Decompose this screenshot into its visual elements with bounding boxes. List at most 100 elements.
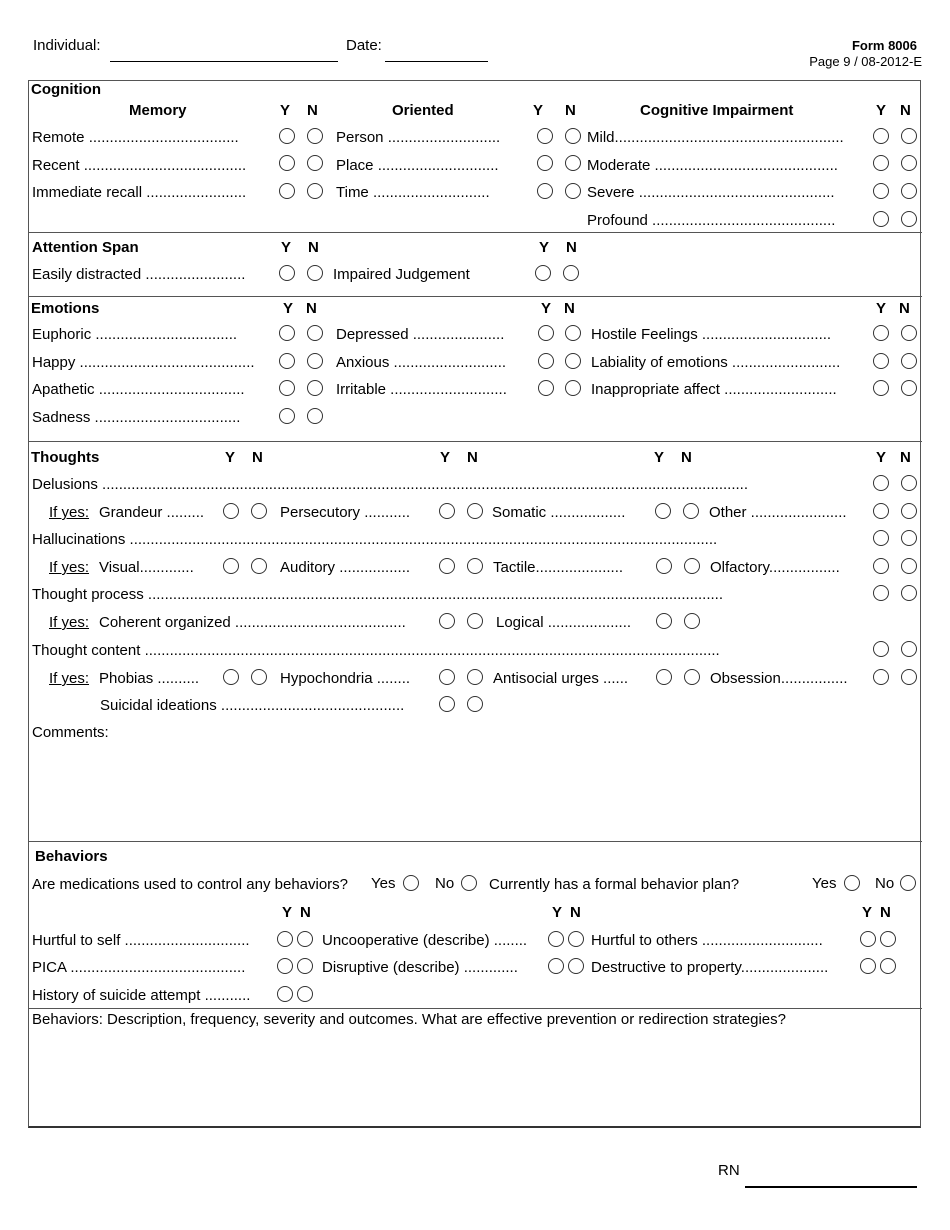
radio-plan-no[interactable] (900, 875, 916, 891)
radio-antisocial-y[interactable] (656, 669, 672, 685)
radio-hurtful-self-n[interactable] (297, 931, 313, 947)
radio-uncooperative-n[interactable] (568, 931, 584, 947)
radio-labiality-n[interactable] (901, 353, 917, 369)
radio-medications-yes[interactable] (403, 875, 419, 891)
radio-hallucinations-y[interactable] (873, 530, 889, 546)
radio-grandeur-n[interactable] (251, 503, 267, 519)
radio-content-y[interactable] (873, 641, 889, 657)
radio-visual-y[interactable] (223, 558, 239, 574)
radio-distracted-y[interactable] (279, 265, 295, 281)
radio-irritable-n[interactable] (565, 380, 581, 396)
radio-visual-n[interactable] (251, 558, 267, 574)
radio-pica-n[interactable] (297, 958, 313, 974)
radio-sadness-y[interactable] (279, 408, 295, 424)
radio-distracted-n[interactable] (307, 265, 323, 281)
radio-time-y[interactable] (537, 183, 553, 199)
radio-obsession-y[interactable] (873, 669, 889, 685)
radio-person-n[interactable] (565, 128, 581, 144)
radio-profound-n[interactable] (901, 211, 917, 227)
radio-destructive-y[interactable] (860, 958, 876, 974)
radio-hostile-y[interactable] (873, 325, 889, 341)
radio-logical-y[interactable] (656, 613, 672, 629)
radio-antisocial-n[interactable] (684, 669, 700, 685)
comments-area[interactable] (30, 744, 918, 838)
radio-happy-y[interactable] (279, 353, 295, 369)
radio-inappropriate-y[interactable] (873, 380, 889, 396)
radio-destructive-n[interactable] (880, 958, 896, 974)
radio-euphoric-n[interactable] (307, 325, 323, 341)
radio-disruptive-n[interactable] (568, 958, 584, 974)
radio-hostile-n[interactable] (901, 325, 917, 341)
radio-auditory-n[interactable] (467, 558, 483, 574)
radio-hypochondria-y[interactable] (439, 669, 455, 685)
radio-recent-y[interactable] (279, 155, 295, 171)
radio-recent-n[interactable] (307, 155, 323, 171)
radio-judgement-y[interactable] (535, 265, 551, 281)
radio-place-n[interactable] (565, 155, 581, 171)
behaviors-description-area[interactable] (30, 1032, 918, 1124)
radio-content-n[interactable] (901, 641, 917, 657)
radio-remote-n[interactable] (307, 128, 323, 144)
radio-remote-y[interactable] (279, 128, 295, 144)
radio-phobias-n[interactable] (251, 669, 267, 685)
radio-suicide-attempt-n[interactable] (297, 986, 313, 1002)
radio-persecutory-y[interactable] (439, 503, 455, 519)
radio-other-n[interactable] (901, 503, 917, 519)
radio-severe-n[interactable] (901, 183, 917, 199)
individual-field[interactable] (110, 61, 338, 62)
radio-obsession-n[interactable] (901, 669, 917, 685)
radio-moderate-y[interactable] (873, 155, 889, 171)
radio-grandeur-y[interactable] (223, 503, 239, 519)
rn-signature-field[interactable] (745, 1186, 917, 1188)
radio-somatic-n[interactable] (683, 503, 699, 519)
radio-immediate-n[interactable] (307, 183, 323, 199)
radio-labiality-y[interactable] (873, 353, 889, 369)
radio-anxious-n[interactable] (565, 353, 581, 369)
radio-disruptive-y[interactable] (548, 958, 564, 974)
radio-uncooperative-y[interactable] (548, 931, 564, 947)
radio-judgement-n[interactable] (563, 265, 579, 281)
radio-anxious-y[interactable] (538, 353, 554, 369)
radio-mild-n[interactable] (901, 128, 917, 144)
radio-delusions-y[interactable] (873, 475, 889, 491)
radio-profound-y[interactable] (873, 211, 889, 227)
radio-hallucinations-n[interactable] (901, 530, 917, 546)
radio-tactile-n[interactable] (684, 558, 700, 574)
radio-hypochondria-n[interactable] (467, 669, 483, 685)
radio-olfactory-y[interactable] (873, 558, 889, 574)
radio-auditory-y[interactable] (439, 558, 455, 574)
radio-tactile-y[interactable] (656, 558, 672, 574)
radio-sadness-n[interactable] (307, 408, 323, 424)
radio-severe-y[interactable] (873, 183, 889, 199)
radio-suicidal-n[interactable] (467, 696, 483, 712)
radio-depressed-y[interactable] (538, 325, 554, 341)
date-field[interactable] (385, 61, 488, 62)
radio-mild-y[interactable] (873, 128, 889, 144)
radio-place-y[interactable] (537, 155, 553, 171)
radio-olfactory-n[interactable] (901, 558, 917, 574)
radio-persecutory-n[interactable] (467, 503, 483, 519)
radio-happy-n[interactable] (307, 353, 323, 369)
radio-time-n[interactable] (565, 183, 581, 199)
radio-coherent-n[interactable] (467, 613, 483, 629)
radio-plan-yes[interactable] (844, 875, 860, 891)
radio-hurtful-self-y[interactable] (277, 931, 293, 947)
radio-coherent-y[interactable] (439, 613, 455, 629)
radio-pica-y[interactable] (277, 958, 293, 974)
radio-moderate-n[interactable] (901, 155, 917, 171)
radio-delusions-n[interactable] (901, 475, 917, 491)
radio-phobias-y[interactable] (223, 669, 239, 685)
radio-logical-n[interactable] (684, 613, 700, 629)
radio-suicide-attempt-y[interactable] (277, 986, 293, 1002)
radio-medications-no[interactable] (461, 875, 477, 891)
radio-inappropriate-n[interactable] (901, 380, 917, 396)
radio-process-y[interactable] (873, 585, 889, 601)
radio-other-y[interactable] (873, 503, 889, 519)
radio-person-y[interactable] (537, 128, 553, 144)
radio-somatic-y[interactable] (655, 503, 671, 519)
radio-hurtful-others-n[interactable] (880, 931, 896, 947)
radio-apathetic-n[interactable] (307, 380, 323, 396)
radio-depressed-n[interactable] (565, 325, 581, 341)
radio-hurtful-others-y[interactable] (860, 931, 876, 947)
radio-euphoric-y[interactable] (279, 325, 295, 341)
